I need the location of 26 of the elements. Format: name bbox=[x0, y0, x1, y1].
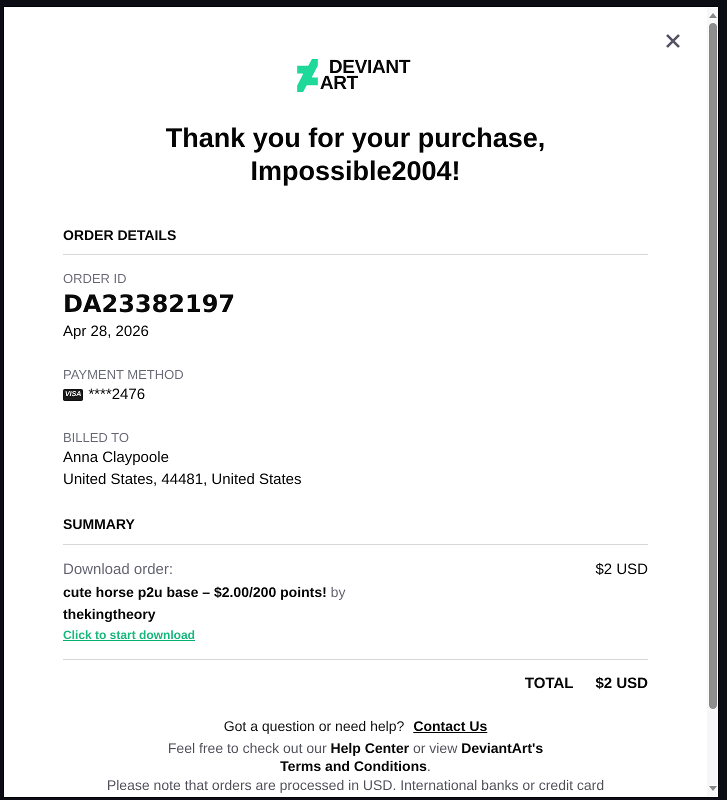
scrollbar-thumb[interactable] bbox=[708, 23, 716, 709]
scroll-up-icon[interactable] bbox=[708, 13, 716, 18]
help-question: Got a question or need help? bbox=[224, 717, 404, 736]
order-id: DA23382197 bbox=[63, 290, 236, 318]
contact-link[interactable]: Contact Us bbox=[413, 716, 488, 736]
close-icon bbox=[666, 34, 680, 48]
help-text: Feel free to check out our Help Center or view DeviantArt's Terms and Conditions. bbox=[166, 739, 544, 775]
billing-line: United States, 44481, United States bbox=[63, 470, 302, 490]
card-number: ****2476 bbox=[88, 385, 146, 405]
logo-wordmark: DEVIANT ART bbox=[320, 60, 410, 92]
field-label: BILLED TO bbox=[63, 430, 129, 446]
section-title: SUMMARY bbox=[63, 515, 136, 534]
item-price: $2 USD bbox=[595, 560, 648, 580]
item-description: cute horse p2u base – $2.00/200 points! by thekingtheory bbox=[63, 583, 346, 624]
purchase-heading: Thank you for your purchase, Impossible2004! bbox=[164, 122, 546, 188]
order-date: Apr 28, 2026 bbox=[63, 322, 149, 342]
field-label: PAYMENT METHOD bbox=[63, 367, 184, 383]
total-value: $2 USD bbox=[595, 674, 648, 694]
field-label: ORDER ID bbox=[63, 271, 127, 287]
billing-line: Anna Claypoole bbox=[63, 448, 169, 468]
item-type-label: Download order: bbox=[63, 560, 174, 580]
logo-mark-icon bbox=[296, 59, 318, 92]
scroll-down-icon[interactable] bbox=[708, 786, 716, 791]
section-title: ORDER DETAILS bbox=[63, 226, 178, 245]
currency-note: Please note that orders are processed in USD. International banks or credit card bbox=[106, 777, 606, 793]
total-label: TOTAL bbox=[524, 674, 574, 694]
